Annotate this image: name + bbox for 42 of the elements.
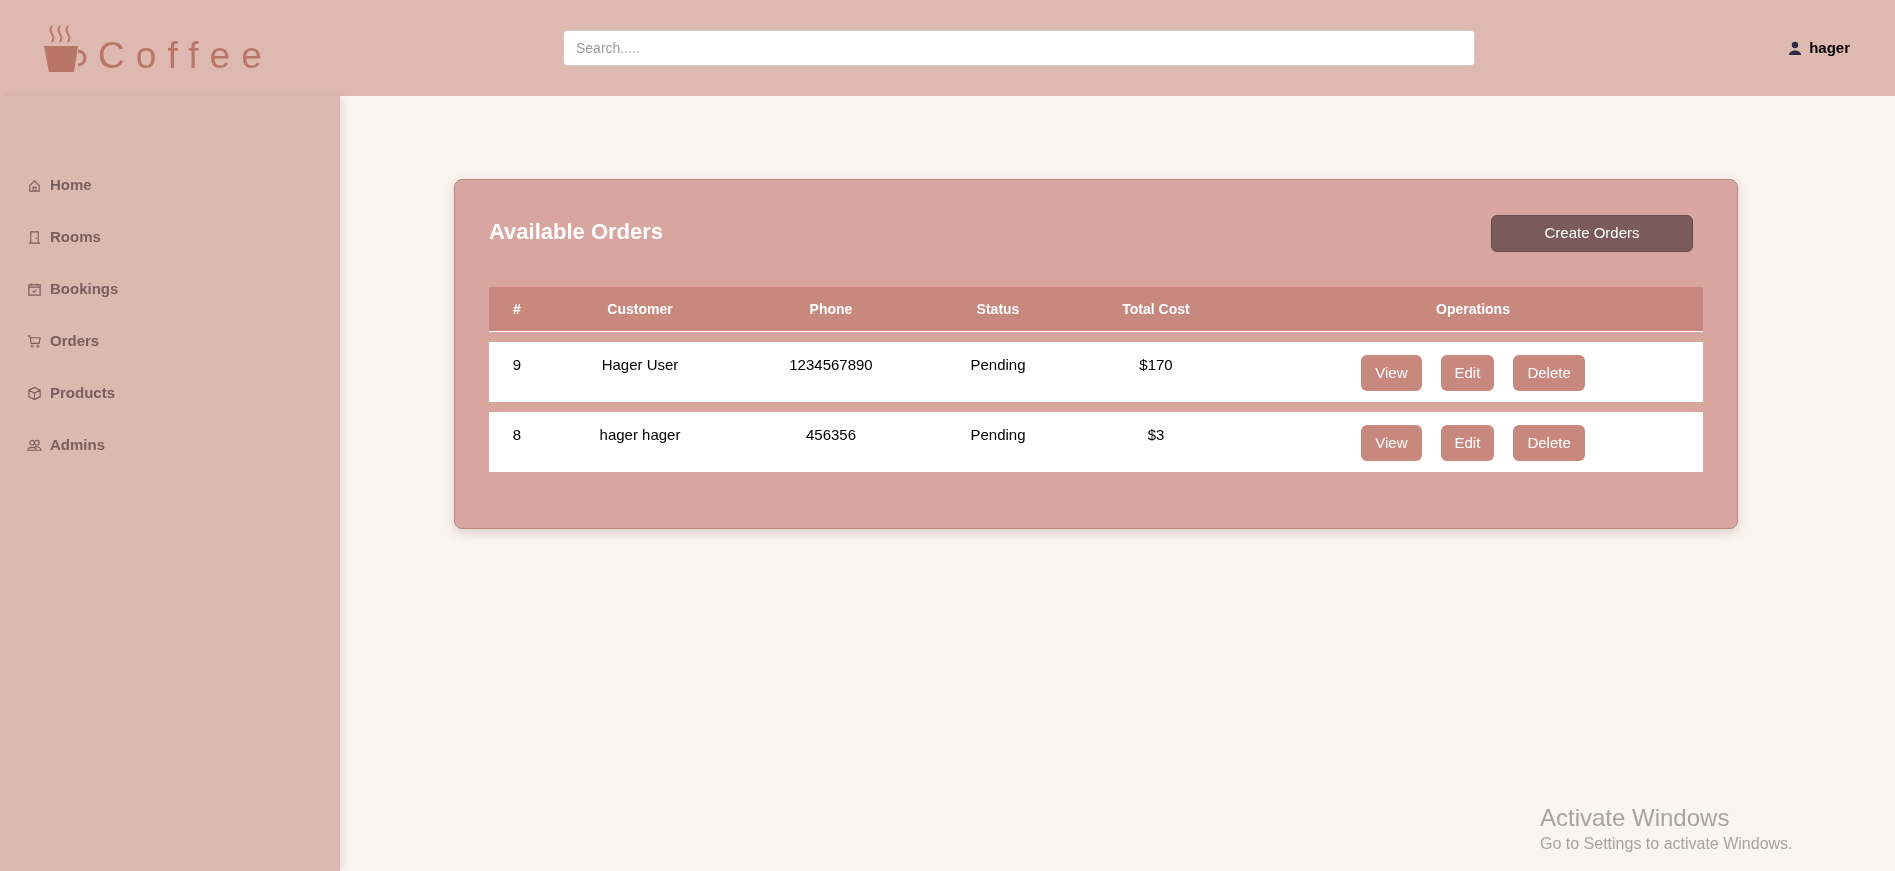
table-cell-text: $170 — [1139, 355, 1173, 375]
table-cell-text: 8 — [512, 425, 522, 445]
table-cell-text: hager hager — [599, 425, 681, 445]
table-cell-text: 456356 — [805, 425, 857, 445]
sidebar-item[interactable]: Admins — [27, 431, 105, 459]
user-name[interactable]: hager — [1809, 36, 1850, 60]
activation-title: Activate Windows — [1540, 806, 1731, 830]
table-cell-text: $3 — [1147, 425, 1165, 445]
column-header: Status — [976, 299, 1020, 319]
column-header: # — [513, 299, 521, 319]
edit-button[interactable]: Edit — [1440, 355, 1495, 391]
door-icon — [27, 229, 42, 245]
table-cell-text: Pending — [970, 425, 1026, 445]
search-field[interactable]: Search..... — [563, 30, 1475, 66]
home-icon — [27, 177, 42, 193]
table-cell-text: Pending — [970, 355, 1026, 375]
sidebar-item[interactable]: Orders — [27, 327, 100, 355]
delete-button[interactable]: Delete — [1513, 425, 1585, 461]
card-title: Available Orders — [489, 218, 664, 246]
sidebar-item[interactable]: Rooms — [27, 223, 101, 251]
calendar-icon — [27, 281, 42, 297]
sidebar-item[interactable]: Bookings — [27, 275, 119, 303]
table-cell-text: 9 — [512, 355, 522, 375]
column-header: Total Cost — [1122, 299, 1190, 319]
table-cell-text: Hager User — [601, 355, 679, 375]
sidebar-item[interactable]: Home — [27, 171, 92, 199]
box-icon — [27, 385, 42, 401]
column-header: Phone — [809, 299, 853, 319]
activation-notice: Go to Settings to activate Windows. — [1540, 836, 1793, 852]
delete-button[interactable]: Delete — [1513, 355, 1585, 391]
cart-icon — [27, 333, 42, 349]
users-icon — [27, 437, 42, 453]
view-button[interactable]: View — [1361, 425, 1422, 461]
column-header: Customer — [607, 299, 673, 319]
edit-button[interactable]: Edit — [1440, 425, 1495, 461]
table-cell-text: 1234567890 — [789, 355, 873, 375]
view-button[interactable]: View — [1361, 355, 1422, 391]
column-header: Operations — [1436, 299, 1510, 319]
logo-text: Coffee — [98, 37, 273, 74]
create-orders-button[interactable]: Create Orders — [1491, 215, 1693, 252]
user-icon[interactable] — [1789, 41, 1802, 55]
sidebar-item[interactable]: Products — [27, 379, 115, 407]
